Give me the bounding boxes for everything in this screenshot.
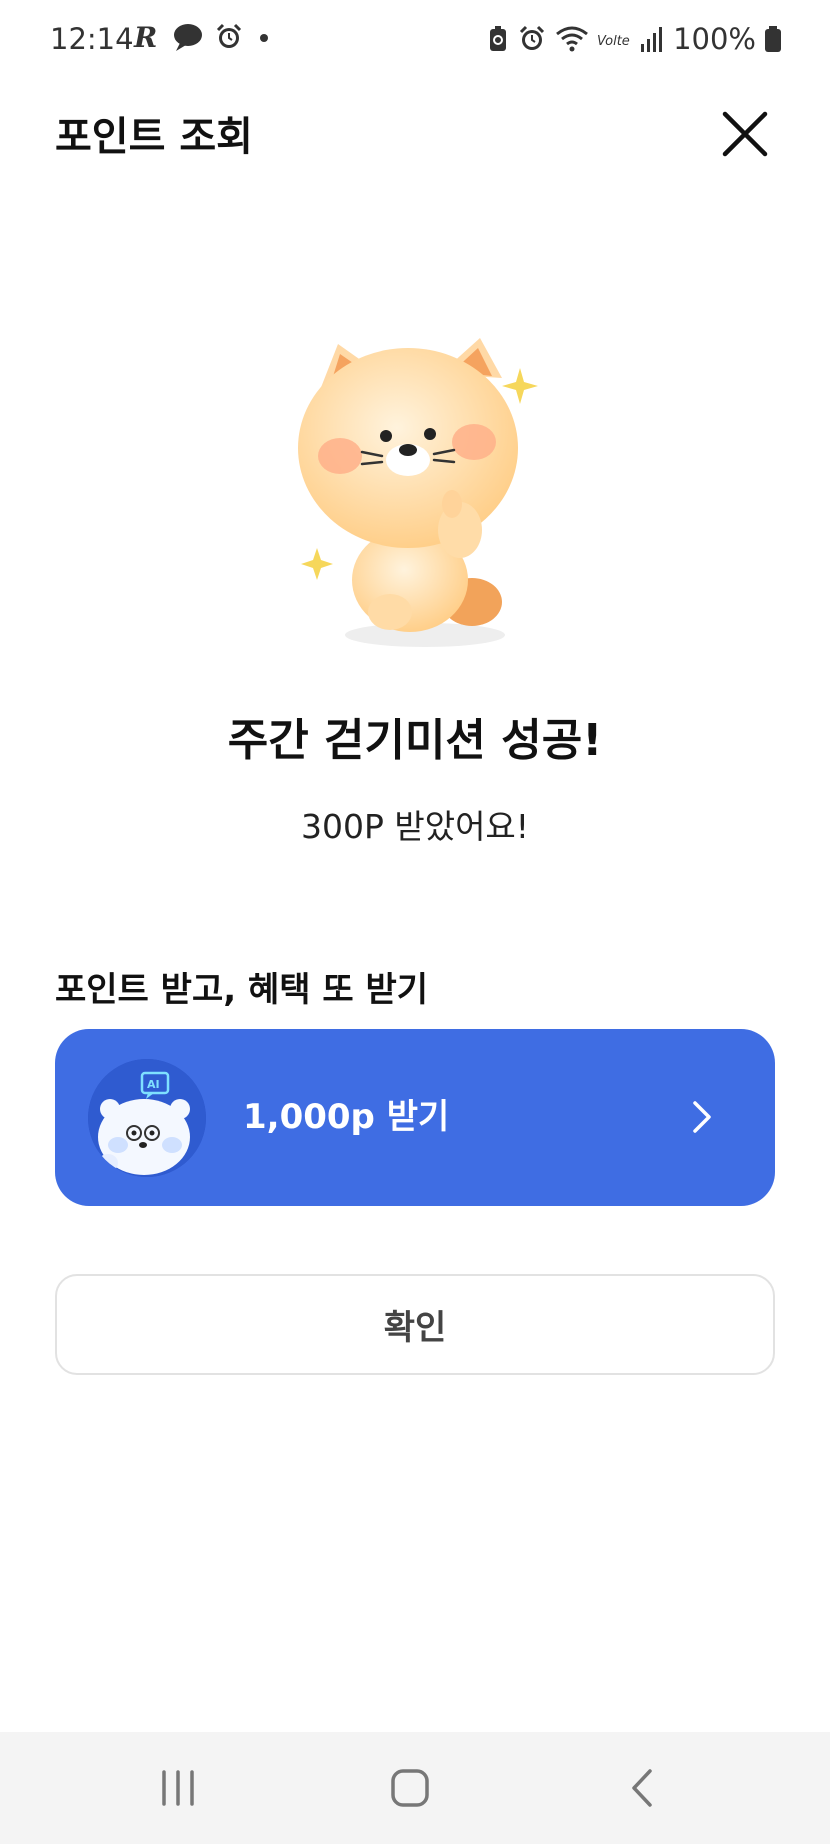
header: 포인트 조회 <box>0 84 830 184</box>
svg-text:R: R <box>133 22 157 52</box>
status-bar: 12:14 R Volte 100% <box>0 0 830 84</box>
recents-icon <box>162 1770 194 1806</box>
close-button[interactable] <box>715 104 775 164</box>
r-app-icon: R <box>132 22 162 52</box>
wifi-icon <box>555 24 589 54</box>
success-headline: 주간 걷기미션 성공! <box>227 715 603 766</box>
sparkle-icon <box>502 368 538 404</box>
status-right-icons: Volte 100% <box>487 22 782 56</box>
confirm-button[interactable]: 확인 <box>55 1274 775 1375</box>
alarm-icon <box>214 22 244 52</box>
svg-text:Volte: Volte <box>597 34 630 49</box>
page-title: 포인트 조회 <box>55 114 253 160</box>
close-icon <box>722 111 768 157</box>
status-left-icons: R <box>132 22 274 52</box>
benefit-section-label: 포인트 받고, 혜택 또 받기 <box>55 970 429 1010</box>
promo-label: 1,000p 받기 <box>243 1097 450 1137</box>
back-icon <box>632 1769 652 1807</box>
points-earned-text: 300P 받았어요! <box>300 807 530 846</box>
status-time: 12:14 <box>50 22 134 56</box>
battery-percent: 100% <box>673 22 756 56</box>
volte-icon: Volte <box>597 24 631 54</box>
recents-button[interactable] <box>118 1732 238 1844</box>
cat-mascot-illustration <box>290 330 550 660</box>
back-button[interactable] <box>582 1732 702 1844</box>
battery-icon <box>764 24 782 54</box>
get-1000p-button[interactable]: AI 1,000p 받기 <box>55 1029 775 1206</box>
svg-text:AI: AI <box>147 1078 160 1091</box>
home-icon <box>391 1769 429 1807</box>
bear-mascot-avatar: AI <box>88 1059 206 1177</box>
dot-icon <box>254 22 274 52</box>
signal-icon <box>639 24 665 54</box>
chat-bubble-icon <box>172 22 204 52</box>
battery-saver-icon <box>487 24 509 54</box>
home-button[interactable] <box>350 1732 470 1844</box>
chevron-right-icon <box>693 1101 711 1133</box>
alarm-icon <box>517 24 547 54</box>
system-nav-bar <box>0 1732 830 1844</box>
sparkle-icon <box>301 548 333 580</box>
